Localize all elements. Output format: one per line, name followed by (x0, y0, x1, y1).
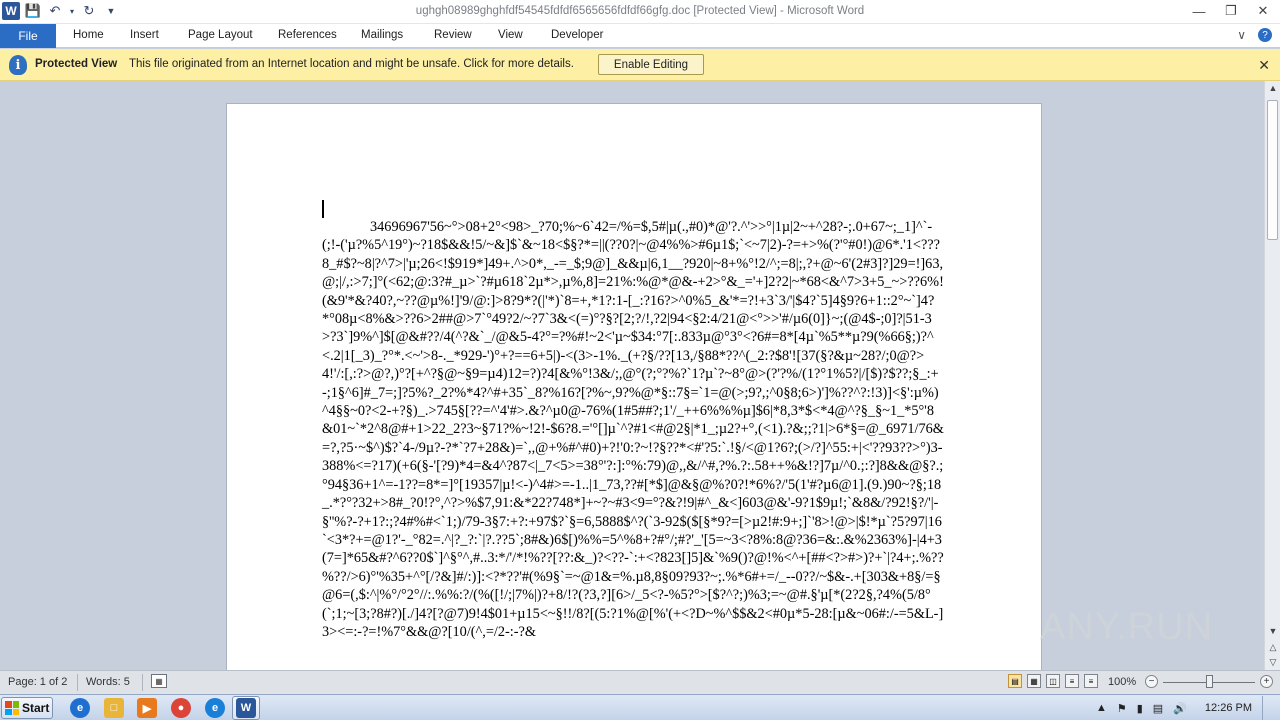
start-label: Start (22, 701, 50, 715)
chrome-icon[interactable]: ● (171, 698, 191, 718)
action-center-flag-icon[interactable]: ⚑ (1117, 702, 1127, 715)
document-page[interactable]: 34696967'56~°>08+2°<98>_?70;%~6`42=/%=$,… (226, 103, 1042, 670)
window-title: ughgh08989ghghfdf54545fdfdf6565656fdfdf6… (415, 5, 865, 17)
protected-view-bar: i Protected View This file originated fr… (0, 49, 1280, 81)
tab-review[interactable]: Review (434, 29, 472, 41)
macro-recording-icon[interactable]: ▦ (151, 674, 167, 688)
show-hidden-icons-icon[interactable]: ▲ (1096, 702, 1107, 714)
restore-icon[interactable]: ❐ (1222, 2, 1240, 20)
document-body-text[interactable]: 34696967'56~°>08+2°<98>_?70;%~6`42=/%=$,… (322, 218, 944, 641)
start-button[interactable]: Start (1, 697, 53, 719)
network-icon[interactable]: ▤ (1153, 702, 1163, 715)
scroll-down-icon[interactable]: ▼ (1265, 624, 1280, 638)
word-taskbar-icon: W (236, 698, 256, 718)
view-buttons: ▤ ▦ ◫ ≡ ≡ (1008, 674, 1098, 688)
taskbar: Start e □ ▶ ● e W ▲ ⚑ ▮ ▤ 🔊 12:26 PM (0, 694, 1280, 720)
info-shield-icon: i (9, 55, 27, 75)
taskbar-clock[interactable]: 12:26 PM (1205, 702, 1252, 714)
ribbon-right-controls: ∨ ? (1237, 28, 1272, 42)
internet-explorer-icon[interactable]: e (70, 698, 90, 718)
tab-view[interactable]: View (498, 29, 523, 41)
close-icon[interactable]: ✕ (1258, 57, 1270, 74)
zoom-slider-handle[interactable] (1206, 675, 1213, 688)
draft-icon[interactable]: ≡ (1084, 674, 1098, 688)
print-layout-icon[interactable]: ▤ (1008, 674, 1022, 688)
web-layout-icon[interactable]: ◫ (1046, 674, 1060, 688)
close-icon[interactable]: ✕ (1254, 2, 1272, 20)
outline-icon[interactable]: ≡ (1065, 674, 1079, 688)
scroll-thumb[interactable] (1267, 100, 1278, 240)
status-bar: Page: 1 of 2 Words: 5 ▦ ▤ ▦ ◫ ≡ ≡ 100% −… (0, 670, 1280, 694)
zoom-level[interactable]: 100% (1108, 676, 1136, 688)
tab-home[interactable]: Home (73, 29, 104, 41)
tab-mailings[interactable]: Mailings (361, 29, 403, 41)
file-explorer-icon[interactable]: □ (104, 698, 124, 718)
anyrun-watermark: ANY.RUN (1040, 606, 1214, 648)
tab-developer[interactable]: Developer (551, 29, 603, 41)
zoom-out-icon[interactable]: − (1145, 675, 1158, 688)
title-bar: W 💾 ↶ ▾ ↻ ▼ ughgh08989ghghfdf54545fdfdf6… (0, 0, 1280, 24)
ribbon-tabs: File Home Insert Page Layout References … (0, 24, 1280, 48)
next-page-icon[interactable]: ▽ (1265, 655, 1280, 669)
page-count[interactable]: Page: 1 of 2 (8, 676, 67, 688)
status-divider (77, 674, 78, 691)
tab-insert[interactable]: Insert (130, 29, 159, 41)
system-tray: ▲ ⚑ ▮ ▤ 🔊 12:26 PM (1096, 695, 1280, 720)
status-divider (142, 674, 143, 691)
protected-view-title: Protected View (35, 58, 118, 70)
protected-view-message[interactable]: This file originated from an Internet lo… (129, 58, 574, 70)
media-player-icon[interactable]: ▶ (137, 698, 157, 718)
text-cursor (322, 200, 324, 218)
enable-editing-button[interactable]: Enable Editing (598, 54, 704, 75)
edge-icon[interactable]: e (205, 698, 225, 718)
help-icon[interactable]: ? (1258, 28, 1272, 42)
minimize-ribbon-icon[interactable]: ∨ (1237, 28, 1246, 42)
tab-page-layout[interactable]: Page Layout (188, 29, 253, 41)
window-controls: — ❐ ✕ (1190, 2, 1272, 20)
minimize-icon[interactable]: — (1190, 2, 1208, 20)
show-desktop-button[interactable] (1262, 696, 1272, 720)
windows-logo-icon (5, 701, 19, 715)
tab-file[interactable]: File (0, 24, 56, 48)
vertical-scrollbar[interactable]: ▲ ▼ △ ▽ (1264, 81, 1280, 670)
word-count[interactable]: Words: 5 (86, 676, 130, 688)
tab-references[interactable]: References (278, 29, 337, 41)
full-screen-reading-icon[interactable]: ▦ (1027, 674, 1041, 688)
document-area: 34696967'56~°>08+2°<98>_?70;%~6`42=/%=$,… (0, 81, 1264, 670)
scroll-up-icon[interactable]: ▲ (1265, 81, 1280, 95)
previous-page-icon[interactable]: △ (1265, 640, 1280, 654)
zoom-in-icon[interactable]: + (1260, 675, 1273, 688)
volume-icon[interactable]: 🔊 (1173, 702, 1187, 715)
battery-icon[interactable]: ▮ (1137, 702, 1143, 715)
